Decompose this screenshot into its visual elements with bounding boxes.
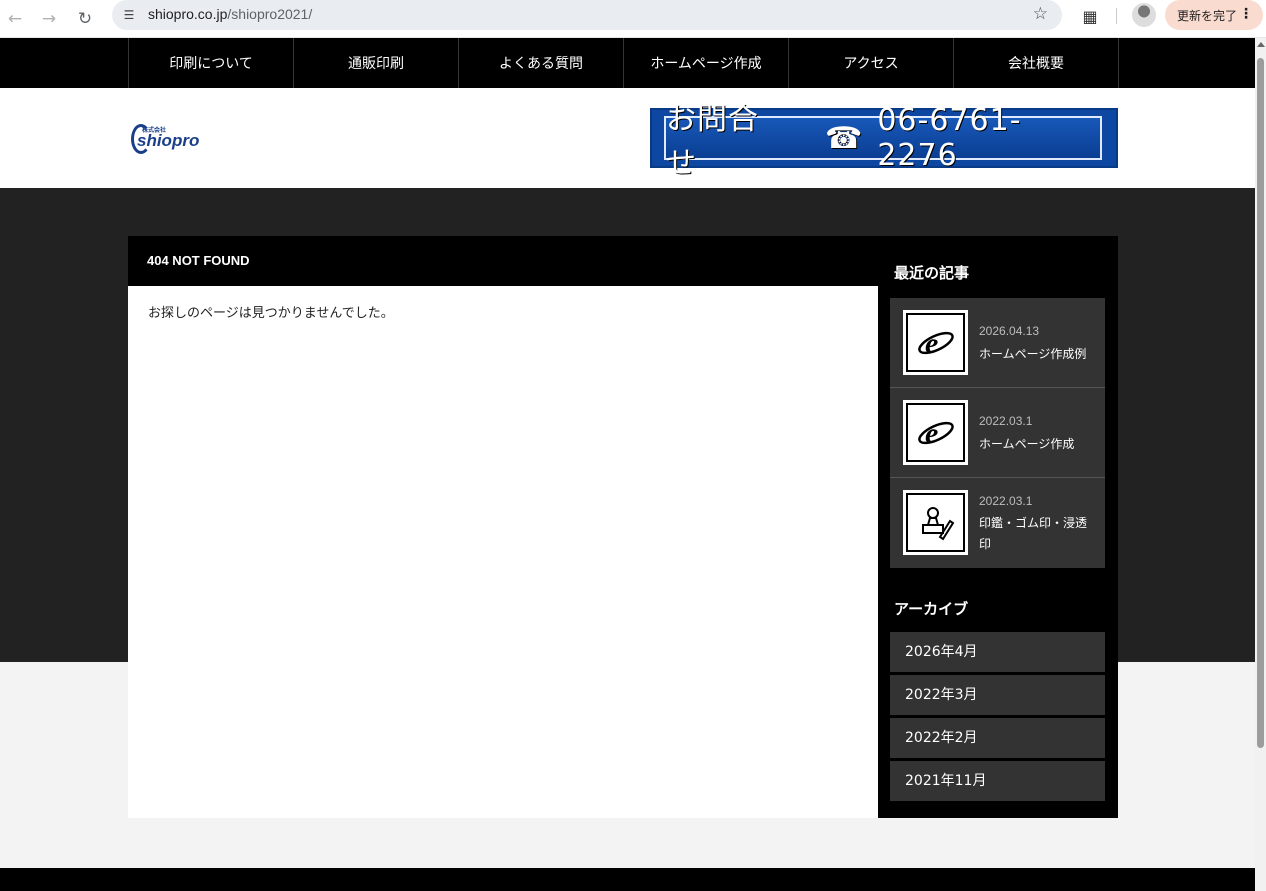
ie-icon: e bbox=[917, 417, 954, 450]
archive-item[interactable]: 2021年11月 bbox=[890, 761, 1105, 801]
toolbar-divider bbox=[1116, 8, 1117, 24]
menu-dots-icon[interactable]: ⋮ bbox=[1239, 6, 1253, 22]
recent-post-item[interactable]: e 2022.03.1 ホームページ作成 bbox=[890, 388, 1105, 478]
scroll-up-icon[interactable] bbox=[1257, 42, 1265, 47]
ie-icon: e bbox=[917, 327, 954, 360]
extensions-icon[interactable]: ▦ bbox=[1078, 4, 1102, 28]
forward-icon[interactable]: → bbox=[34, 4, 64, 34]
recent-post-item[interactable]: 2022.03.1 印鑑・ゴム印・浸透印 bbox=[890, 478, 1105, 568]
scroll-thumb[interactable] bbox=[1257, 58, 1264, 748]
update-label: 更新を完了 bbox=[1177, 8, 1238, 23]
global-nav: 印刷について 通販印刷 よくある質問 ホームページ作成 アクセス 会社概要 bbox=[0, 38, 1255, 88]
profile-avatar[interactable] bbox=[1132, 3, 1156, 27]
page-scrollbar[interactable] bbox=[1255, 38, 1266, 891]
update-button[interactable]: 更新を完了 ⋮ bbox=[1165, 0, 1263, 30]
recent-posts-list: e 2026.04.13 ホームページ作成例 e 2022.03.1 ホームペー… bbox=[890, 298, 1105, 568]
main-content: 404 NOT FOUND お探しのページは見つかりませんでした。 bbox=[128, 236, 878, 818]
page-title: 404 NOT FOUND bbox=[128, 236, 878, 286]
post-date: 2022.03.1 bbox=[979, 414, 1033, 428]
nav-item-homepage[interactable]: ホームページ作成 bbox=[624, 38, 789, 88]
nav-item-company[interactable]: 会社概要 bbox=[954, 38, 1119, 88]
nav-item-mail-order[interactable]: 通販印刷 bbox=[294, 38, 459, 88]
post-thumbnail[interactable] bbox=[903, 490, 968, 555]
archive-list: 2026年4月 2022年3月 2022年2月 2021年11月 bbox=[890, 632, 1105, 804]
address-bar[interactable]: ☰ shiopro.co.jp/shiopro2021/ ☆ bbox=[112, 0, 1062, 30]
nav-item-printing[interactable]: 印刷について bbox=[129, 38, 294, 88]
svg-text:e: e bbox=[925, 327, 938, 360]
post-title[interactable]: 印鑑・ゴム印・浸透印 bbox=[979, 513, 1097, 555]
post-date: 2022.03.1 bbox=[979, 494, 1033, 508]
page: 印刷について 通販印刷 よくある質問 ホームページ作成 アクセス 会社概要 株式… bbox=[0, 38, 1255, 891]
nav-item-access[interactable]: アクセス bbox=[789, 38, 954, 88]
site-footer bbox=[0, 868, 1255, 891]
nav-item-faq[interactable]: よくある質問 bbox=[459, 38, 624, 88]
archive-heading: アーカイブ bbox=[894, 600, 969, 618]
post-thumbnail[interactable]: e bbox=[903, 310, 968, 375]
url-path: /shiopro2021/ bbox=[227, 6, 313, 22]
bookmark-star-icon[interactable]: ☆ bbox=[1033, 4, 1048, 24]
site-header: 株式会社 shiopro お問合せ ☎ 06-6761-2276 bbox=[0, 88, 1255, 188]
url-text[interactable]: shiopro.co.jp/shiopro2021/ bbox=[148, 6, 312, 22]
logo-text: shiopro bbox=[137, 131, 200, 150]
reload-icon[interactable]: ↻ bbox=[70, 4, 100, 34]
contact-phone: 06-6761-2276 bbox=[877, 103, 1022, 173]
browser-toolbar: ← → ↻ ☰ shiopro.co.jp/shiopro2021/ ☆ ▦ 更… bbox=[0, 0, 1266, 38]
contact-banner[interactable]: お問合せ ☎ 06-6761-2276 bbox=[650, 102, 1118, 181]
archive-item[interactable]: 2022年3月 bbox=[890, 675, 1105, 715]
site-settings-icon[interactable]: ☰ bbox=[120, 6, 138, 24]
stamp-icon bbox=[921, 506, 954, 540]
archive-item[interactable]: 2026年4月 bbox=[890, 632, 1105, 672]
recent-post-item[interactable]: e 2026.04.13 ホームページ作成例 bbox=[890, 298, 1105, 388]
sidebar: 最近の記事 e 2026.04.13 ホームページ作成例 e 2022.03.1… bbox=[878, 236, 1118, 818]
back-icon[interactable]: ← bbox=[0, 4, 30, 34]
archive-item[interactable]: 2022年2月 bbox=[890, 718, 1105, 758]
post-title[interactable]: ホームページ作成 bbox=[979, 434, 1097, 455]
not-found-message: お探しのページは見つかりませんでした。 bbox=[148, 306, 394, 321]
post-date: 2026.04.13 bbox=[979, 324, 1040, 338]
post-title[interactable]: ホームページ作成例 bbox=[979, 344, 1097, 365]
site-logo[interactable]: 株式会社 shiopro bbox=[131, 122, 231, 162]
post-thumbnail[interactable]: e bbox=[903, 400, 968, 465]
phone-icon: ☎ bbox=[824, 120, 864, 156]
recent-posts-heading: 最近の記事 bbox=[894, 264, 970, 282]
svg-text:e: e bbox=[925, 417, 938, 450]
url-host: shiopro.co.jp bbox=[148, 6, 228, 22]
contact-label: お問合せ bbox=[666, 102, 759, 181]
